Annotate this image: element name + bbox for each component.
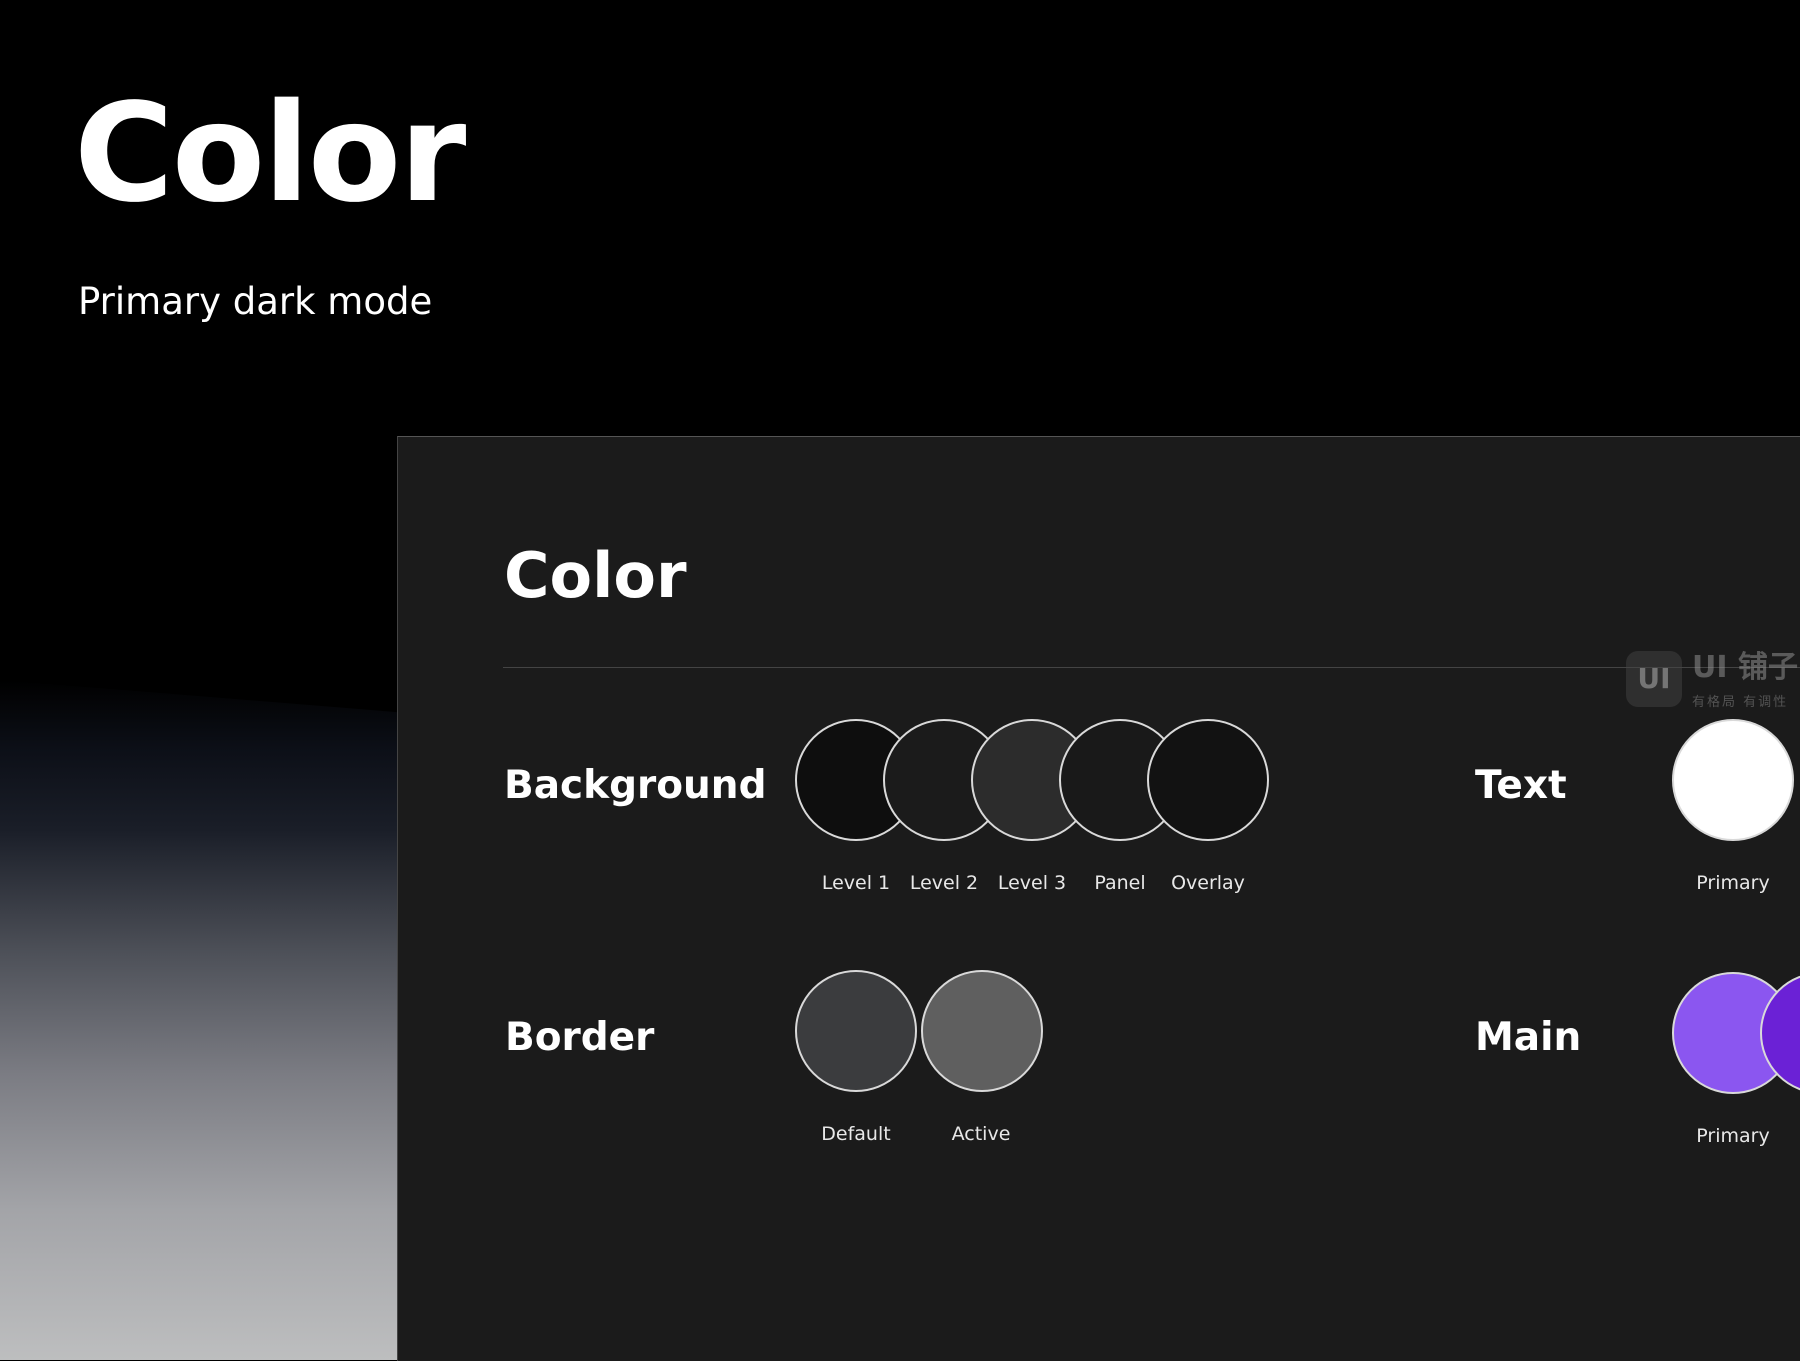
group-label-main: Main — [1475, 1015, 1582, 1060]
swatch-label-active: Active — [951, 1123, 1011, 1145]
swatch-label-text-primary: Primary — [1696, 872, 1770, 894]
gradient-backdrop — [0, 680, 420, 1360]
group-label-background: Background — [504, 763, 767, 808]
watermark-logo-icon: UI — [1626, 651, 1682, 707]
watermark-tagline: 有格局 有调性 — [1692, 695, 1789, 710]
watermark-name: UI 铺子 — [1692, 650, 1798, 685]
hero-title: Color — [74, 75, 466, 233]
watermark: UI UI 铺子 有格局 有调性 — [1626, 651, 1800, 711]
swatch-label-overlay: Overlay — [1171, 872, 1245, 894]
hero-subtitle: Primary dark mode — [78, 280, 433, 323]
swatch-border-active — [921, 970, 1043, 1092]
swatch-label-default: Default — [821, 1123, 891, 1145]
swatch-text-primary — [1672, 719, 1794, 841]
group-label-text: Text — [1475, 763, 1567, 808]
swatch-border-default — [795, 970, 917, 1092]
swatch-label-main-primary: Primary — [1696, 1125, 1770, 1147]
swatch-background-overlay — [1147, 719, 1269, 841]
divider — [503, 667, 1800, 668]
panel-title: Color — [504, 539, 687, 612]
group-label-border: Border — [505, 1015, 655, 1060]
color-panel: Color UI UI 铺子 有格局 有调性 Background Level … — [397, 436, 1800, 1361]
